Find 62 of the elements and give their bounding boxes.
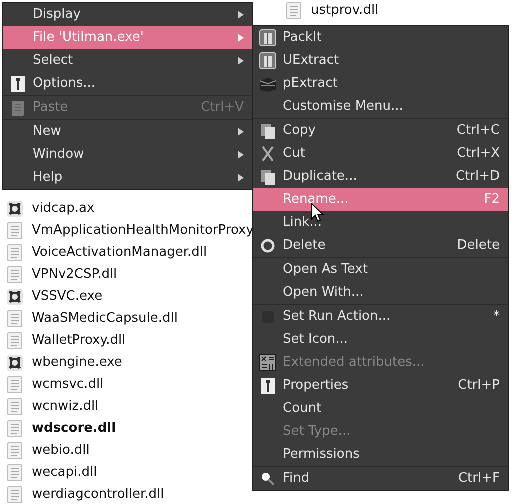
file-name[interactable]: wcmsvc.dll <box>32 377 104 393</box>
menu-item[interactable]: Copy Ctrl+C <box>253 119 508 142</box>
file-name[interactable]: wecapi.dll <box>32 465 98 481</box>
menu-item[interactable]: PackIt <box>253 26 508 49</box>
menu-item[interactable]: New <box>3 120 252 143</box>
file-name[interactable]: werdiagcontroller.dll <box>32 487 164 503</box>
menu-item[interactable]: Select <box>3 49 252 72</box>
copy-icon <box>259 122 277 140</box>
grid-icon <box>259 354 277 372</box>
menu-item[interactable]: Help <box>3 166 252 189</box>
document-icon <box>6 442 24 460</box>
file-name[interactable]: VPNv2CSP.dll <box>32 267 118 283</box>
menu-item[interactable]: Duplicate... Ctrl+D <box>253 165 508 188</box>
file-name[interactable]: VoiceActivationManager.dll <box>32 245 208 261</box>
file-name[interactable]: ustprov.dll <box>311 3 379 19</box>
file-name[interactable]: VmApplicationHealthMonitorProxy <box>32 223 254 239</box>
document-icon <box>6 398 24 416</box>
menu-item[interactable]: Properties Ctrl+P <box>253 374 508 397</box>
document-icon <box>6 420 24 438</box>
menu-item[interactable]: Delete Delete <box>253 234 508 257</box>
document-icon <box>6 244 24 262</box>
clipboard-icon <box>9 98 27 116</box>
menu-item[interactable]: Link... <box>253 211 508 234</box>
menu-item[interactable]: Set Run Action... * <box>253 305 508 328</box>
document-icon <box>6 222 24 240</box>
menu-item[interactable]: UExtract <box>253 49 508 72</box>
menu-item[interactable]: Permissions <box>253 443 508 466</box>
file-name[interactable]: VSSVC.exe <box>32 289 103 305</box>
menu-item[interactable]: Find Ctrl+F <box>253 467 508 490</box>
menu-item[interactable]: Customise Menu... <box>253 95 508 118</box>
document-icon <box>6 464 24 482</box>
gear-icon <box>6 354 24 372</box>
menu-item[interactable]: Set Icon... <box>253 328 508 351</box>
document-icon <box>285 2 303 20</box>
file-name[interactable]: wdscore.dll <box>32 421 116 437</box>
spanner-icon <box>9 74 27 92</box>
file-name[interactable]: WalletProxy.dll <box>32 333 126 349</box>
menu-item[interactable]: Count <box>253 397 508 420</box>
menu-item[interactable]: Cut Ctrl+X <box>253 142 508 165</box>
package-icon <box>259 28 277 46</box>
document-icon <box>6 376 24 394</box>
file-name[interactable]: WaaSMedicCapsule.dll <box>32 311 178 327</box>
copy-icon <box>259 168 277 186</box>
menu-item[interactable]: Open With... <box>253 281 508 304</box>
menu-item[interactable]: Open As Text <box>253 258 508 281</box>
file-name[interactable]: webio.dll <box>32 443 90 459</box>
package-icon <box>259 52 277 70</box>
document-icon <box>6 310 24 328</box>
file-name[interactable]: wbengine.exe <box>32 355 122 371</box>
document-icon <box>6 332 24 350</box>
menu-item[interactable]: Options... <box>3 72 252 95</box>
menu-item[interactable]: Display <box>3 3 252 26</box>
gear-icon <box>6 200 24 218</box>
document-icon <box>6 486 24 504</box>
menu-item[interactable]: pExtract <box>253 72 508 95</box>
ring-icon <box>259 236 277 254</box>
spanner-icon <box>259 376 277 394</box>
document-icon <box>6 266 24 284</box>
file-name[interactable]: vidcap.ax <box>32 201 95 217</box>
gear-icon <box>6 288 24 306</box>
file-name[interactable]: wcnwiz.dll <box>32 399 99 415</box>
menu-item[interactable]: Window <box>3 143 252 166</box>
